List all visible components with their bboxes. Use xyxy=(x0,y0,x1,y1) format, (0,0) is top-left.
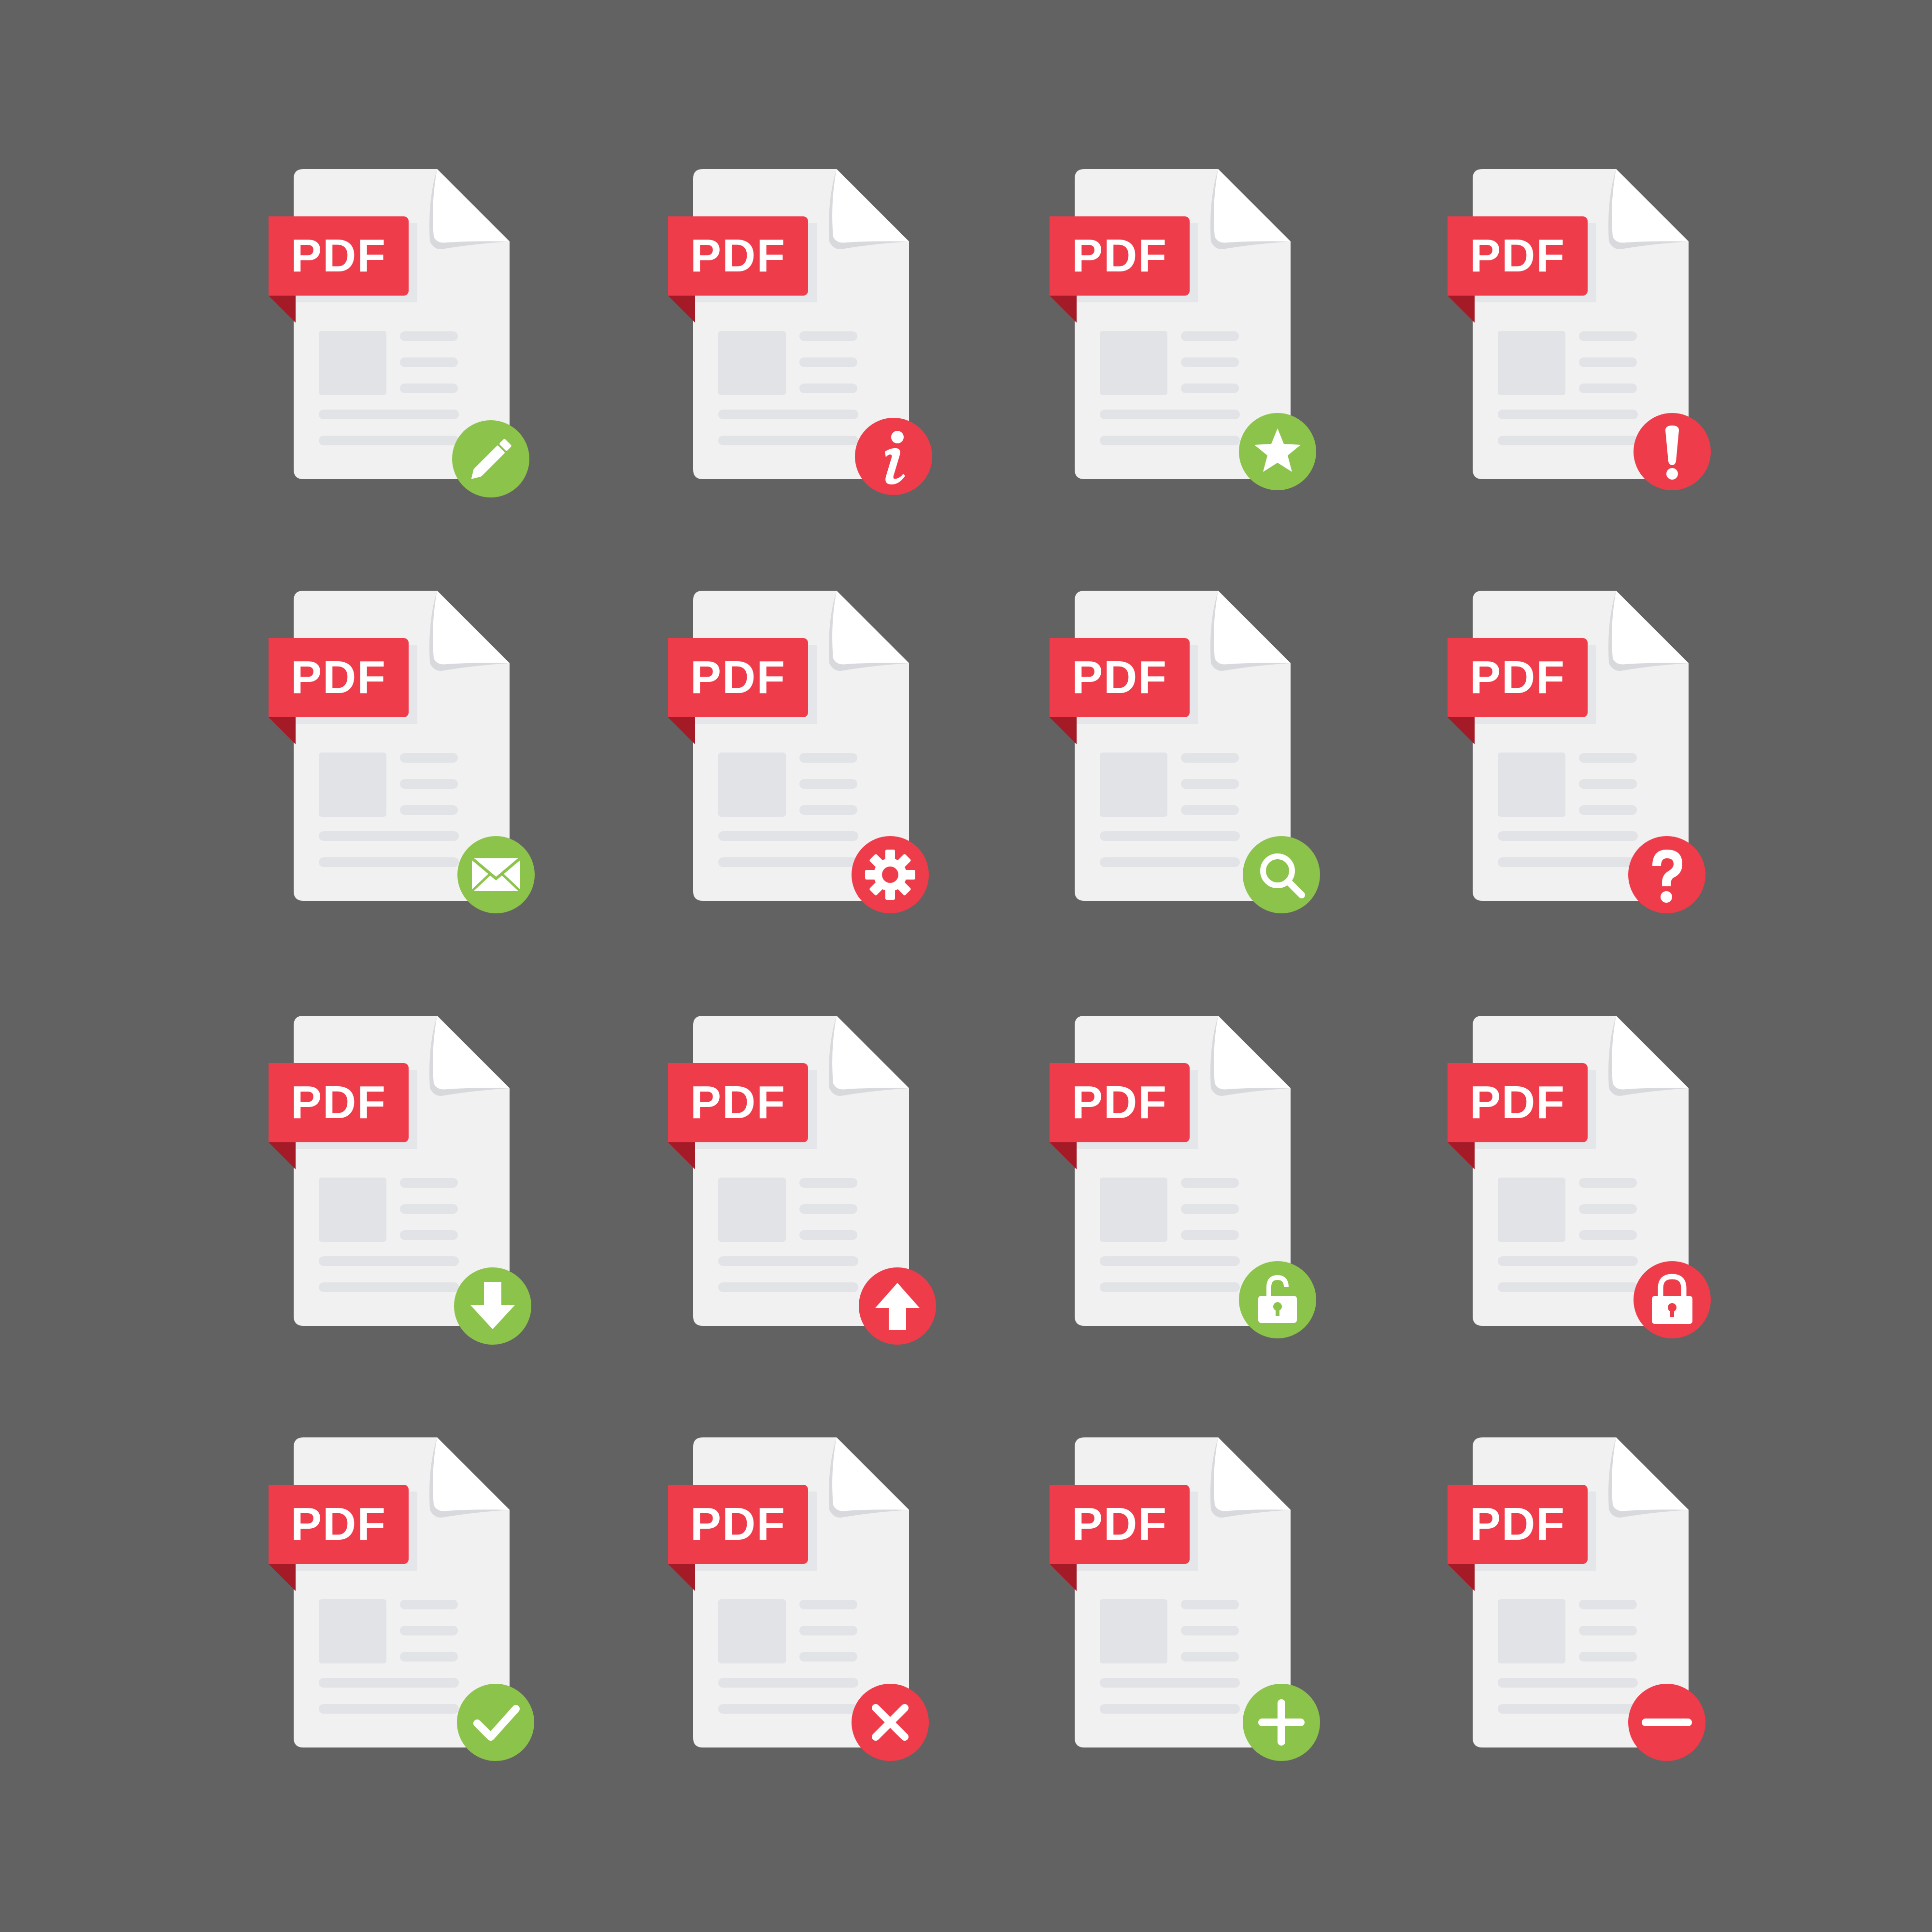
pdf-label: PDF xyxy=(1072,230,1167,282)
checkmark-icon xyxy=(457,1684,534,1761)
pdf-file-icon-unlocked: PDF xyxy=(1023,1016,1322,1338)
pdf-file-icon-info: PDF xyxy=(641,169,940,495)
pdf-label: PDF xyxy=(291,1498,386,1550)
minus-icon xyxy=(1628,1684,1705,1761)
cross-icon xyxy=(852,1684,929,1761)
exclamation-icon xyxy=(1634,413,1711,490)
pdf-label: PDF xyxy=(690,652,786,703)
upload-arrow-icon xyxy=(859,1267,936,1345)
info-icon xyxy=(855,418,932,495)
pdf-label: PDF xyxy=(1072,1498,1167,1550)
pdf-file-icon-approved: PDF xyxy=(242,1437,541,1761)
pdf-label: PDF xyxy=(690,1498,786,1550)
unlocked-padlock-icon xyxy=(1239,1261,1316,1338)
pdf-file-icon-favorite: PDF xyxy=(1023,169,1322,490)
pdf-file-icon-edit: PDF xyxy=(242,169,541,497)
download-arrow-icon xyxy=(454,1267,531,1345)
pdf-label: PDF xyxy=(291,652,386,703)
pdf-label: PDF xyxy=(1072,1077,1167,1128)
pdf-file-icon-search: PDF xyxy=(1023,591,1322,913)
gear-icon xyxy=(852,836,929,913)
pdf-label: PDF xyxy=(690,230,786,282)
pencil-icon xyxy=(452,420,529,497)
plus-icon xyxy=(1243,1684,1320,1761)
pdf-label: PDF xyxy=(291,1077,386,1128)
pdf-label: PDF xyxy=(291,230,386,282)
pdf-file-icon-rejected: PDF xyxy=(641,1437,940,1761)
pdf-label: PDF xyxy=(1072,652,1167,703)
pdf-file-icon-help: PDF xyxy=(1421,591,1720,913)
envelope-icon xyxy=(457,836,535,913)
pdf-file-icon-settings: PDF xyxy=(641,591,940,913)
pdf-label: PDF xyxy=(1470,230,1565,282)
pdf-file-icon-add: PDF xyxy=(1023,1437,1322,1761)
question-icon xyxy=(1628,836,1705,913)
pdf-file-icon-download: PDF xyxy=(242,1016,541,1345)
pdf-icon-grid: PDF PDF PDF PDF PDF PDF PDF PDF PDF PDF … xyxy=(0,0,1932,1932)
magnifier-icon xyxy=(1243,836,1320,913)
pdf-file-icon-warning: PDF xyxy=(1421,169,1720,490)
pdf-file-icon-locked: PDF xyxy=(1421,1016,1720,1338)
star-icon xyxy=(1239,413,1316,490)
pdf-label: PDF xyxy=(1470,1077,1565,1128)
pdf-file-icon-remove: PDF xyxy=(1421,1437,1720,1761)
pdf-file-icon-upload: PDF xyxy=(641,1016,940,1345)
locked-padlock-icon xyxy=(1634,1261,1711,1338)
pdf-file-icon-mail: PDF xyxy=(242,591,541,913)
pdf-label: PDF xyxy=(1470,1498,1565,1550)
pdf-label: PDF xyxy=(690,1077,786,1128)
pdf-label: PDF xyxy=(1470,652,1565,703)
